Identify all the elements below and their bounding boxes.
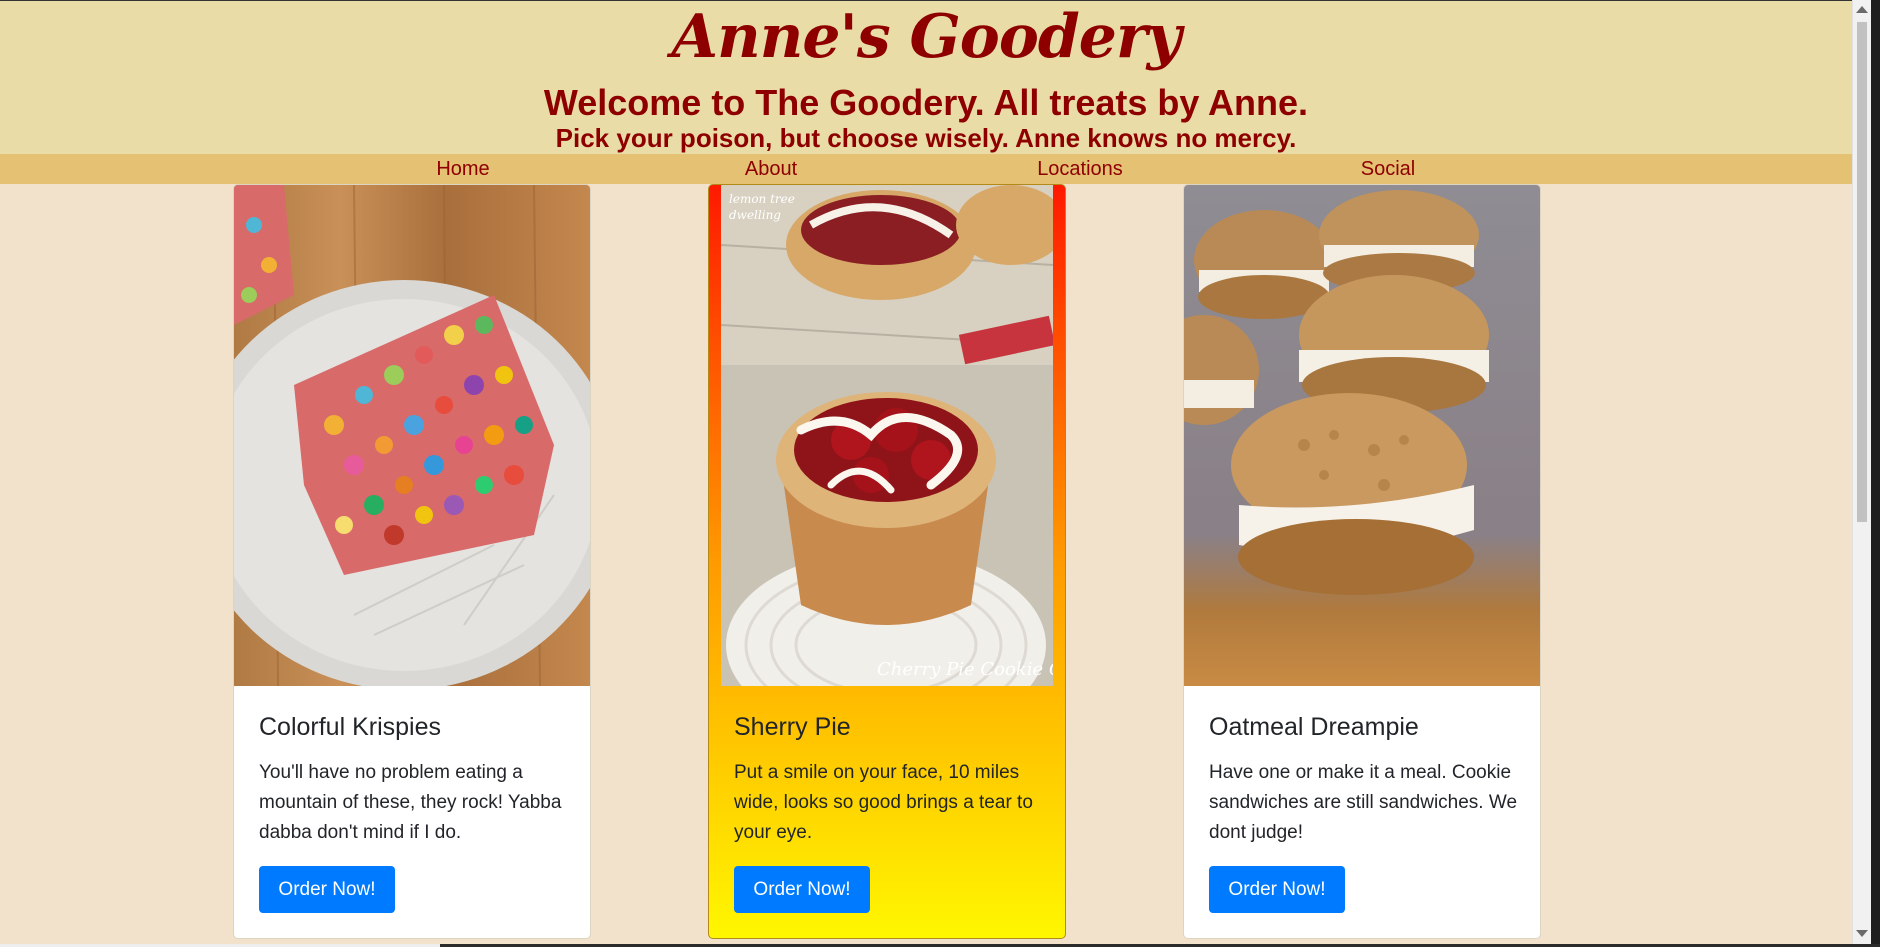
scroll-down-icon[interactable] (1856, 930, 1868, 937)
order-now-button[interactable]: Order Now! (1209, 866, 1345, 913)
cereal-bar-photo (234, 185, 590, 686)
site-logo-title[interactable]: Anne's Goodery (0, 1, 1852, 73)
card-title: Colorful Krispies (259, 713, 442, 741)
svg-text:Cherry Pie Cookie Cups: Cherry Pie Cookie Cups (877, 659, 1053, 680)
product-card-sherry-pie: lemon tree dwelling Cherry Pie Cookie Cu… (708, 184, 1066, 939)
site-header: Anne's Goodery Welcome to The Goodery. A… (0, 1, 1852, 154)
card-description: You'll have no problem eating a mountain… (259, 762, 562, 843)
card-description: Have one or make it a meal. Cookie sandw… (1209, 762, 1518, 843)
svg-text:dwelling: dwelling (729, 208, 781, 222)
product-card-oatmeal-dreampie: Oatmeal Dreampie Have one or make it a m… (1183, 184, 1541, 939)
nav-locations[interactable]: Locations (1010, 154, 1150, 184)
page-viewport: Anne's Goodery Welcome to The Goodery. A… (0, 0, 1852, 945)
card-title: Oatmeal Dreampie (1209, 713, 1419, 741)
card-description: Put a smile on your face, 10 miles wide,… (734, 762, 1033, 843)
order-now-button[interactable]: Order Now! (259, 866, 395, 913)
product-card-krispies: Colorful Krispies You'll have no problem… (233, 184, 591, 939)
welcome-heading: Welcome to The Goodery. All treats by An… (543, 82, 1309, 123)
nav-social[interactable]: Social (1318, 154, 1458, 184)
tagline: Pick your poison, but choose wisely. Ann… (555, 123, 1297, 153)
oatmeal-sandwich-cookie-photo (1184, 185, 1540, 686)
main-nav: Home About Locations Social (0, 154, 1852, 184)
cherry-pie-cookie-photo: lemon tree dwelling Cherry Pie Cookie Cu… (721, 185, 1053, 686)
svg-text:lemon tree: lemon tree (729, 192, 795, 206)
scroll-up-icon[interactable] (1856, 6, 1868, 13)
scroll-thumb[interactable] (1857, 22, 1867, 522)
nav-about[interactable]: About (701, 154, 841, 184)
vertical-scrollbar[interactable] (1852, 0, 1871, 944)
order-now-button[interactable]: Order Now! (734, 866, 870, 913)
nav-home[interactable]: Home (393, 154, 533, 184)
card-title: Sherry Pie (734, 713, 851, 741)
